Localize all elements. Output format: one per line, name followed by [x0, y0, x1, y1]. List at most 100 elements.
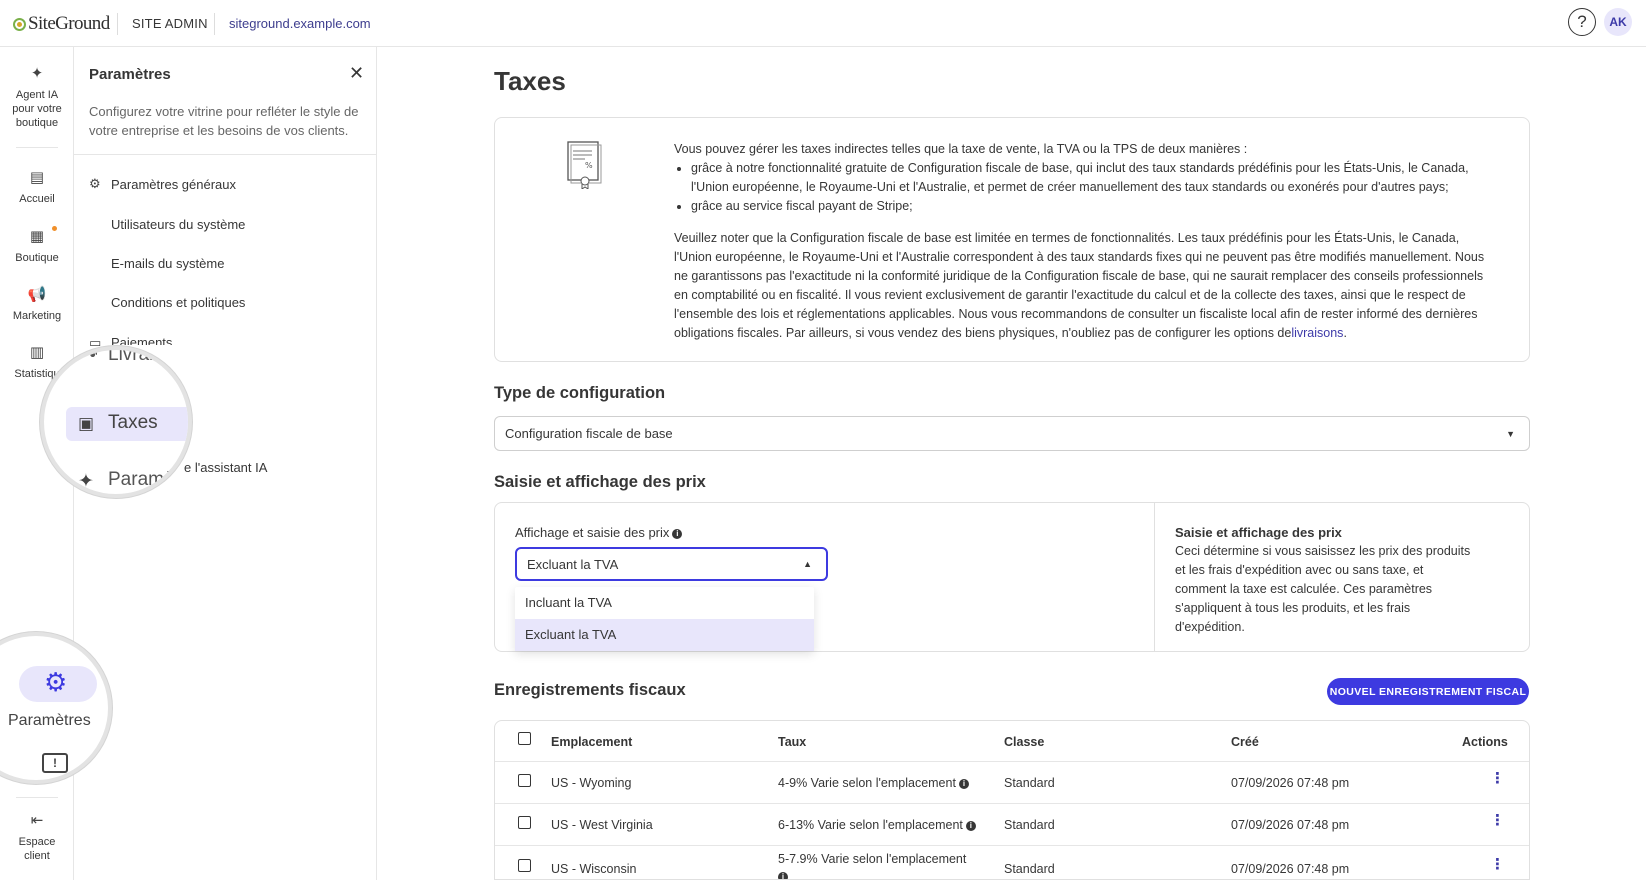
nav-item-payments[interactable]: Paiements [111, 335, 172, 345]
rail-item-ai-agent[interactable]: ✦ Agent IA pour votre boutique [0, 65, 74, 130]
col-class[interactable]: Classe [1004, 735, 1044, 749]
info-icon[interactable]: i [965, 821, 976, 831]
panel-description: Configurez votre vitrine pour refléter l… [89, 104, 359, 138]
intro-note-end: . [1343, 326, 1347, 340]
close-icon[interactable]: ✕ [349, 63, 364, 84]
rail-item-marketing[interactable]: 📢 Marketing [0, 286, 74, 323]
feedback-icon[interactable]: ! [42, 753, 68, 773]
kebab-menu-icon[interactable]: ⋮ [1490, 813, 1505, 828]
pricing-help-box: Saisie et affichage des prix Ceci déterm… [1154, 503, 1493, 651]
row-checkbox[interactable] [518, 774, 531, 787]
rail-item-label: Boutique [15, 252, 59, 264]
intro-bullet-stripe: grâce au service fiscal payant de Stripe… [691, 197, 1494, 216]
intro-lead: Vous pouvez gérer les taxes indirectes t… [674, 142, 1248, 156]
store-icon: ▦ [29, 228, 45, 245]
registrations-section-title: Enregistrements fiscaux [494, 681, 686, 699]
sparkle-icon: ✦ [78, 471, 94, 492]
intro-text: Vous pouvez gérer les taxes indirectes t… [674, 140, 1494, 343]
chart-icon: ▥ [29, 344, 45, 361]
svg-text:%: % [585, 161, 593, 170]
divider [16, 797, 58, 798]
tax-document-icon: % [567, 141, 602, 189]
table-row: US - Wisconsin 5-7.9% Varie selon l'empl… [495, 846, 1529, 879]
row-class: Standard [1004, 776, 1055, 790]
row-rate: 5-7.9% Varie selon l'emplacement i [778, 851, 978, 879]
tax-registrations-table: Emplacement Taux Classe Créé Actions US … [494, 720, 1530, 880]
magnifier-panel: ⛟ Livrais ▣ Taxes ✦ Paramè [40, 346, 192, 498]
rail-item-home[interactable]: ▤ Accueil [0, 169, 74, 206]
nav-item-system-users[interactable]: Utilisateurs du système [111, 217, 245, 232]
row-rate-text: 6-13% Varie selon l'emplacement [778, 818, 963, 832]
row-created: 07/09/2026 07:48 pm [1231, 776, 1350, 790]
price-display-label: Affichage et saisie des prix i [515, 525, 683, 540]
home-icon: ▤ [29, 169, 45, 186]
avatar[interactable]: AK [1604, 8, 1632, 36]
gear-icon[interactable]: ⚙ [44, 667, 67, 698]
top-bar: SiteGround SITE ADMIN siteground.example… [0, 0, 1646, 47]
row-checkbox[interactable] [518, 859, 531, 872]
col-rate[interactable]: Taux [778, 735, 806, 749]
logo-text: SiteGround [28, 13, 110, 34]
intro-card: % Vous pouvez gérer les taxes indirectes… [494, 117, 1530, 362]
megaphone-icon: 📢 [27, 286, 47, 303]
config-type-select[interactable]: Configuration fiscale de base ▼ [494, 416, 1530, 451]
row-class: Standard [1004, 818, 1055, 832]
page-title: Taxes [494, 66, 566, 96]
chevron-down-icon: ▼ [1506, 428, 1515, 439]
rail-item-client-space[interactable]: ⇤ Espace client [0, 812, 74, 863]
help-icon[interactable]: ? [1568, 8, 1596, 36]
option-including-vat[interactable]: Incluant la TVA [515, 587, 814, 619]
row-created: 07/09/2026 07:48 pm [1231, 818, 1350, 832]
divider [117, 13, 118, 35]
nav-item-ai-assistant[interactable]: e l'assistant IA [184, 460, 268, 475]
info-icon[interactable]: i [672, 529, 683, 539]
table-row: US - Wyoming 4-9% Varie selon l'emplacem… [495, 762, 1529, 804]
intro-note-text: Veuillez noter que la Configuration fisc… [674, 231, 1485, 340]
logout-icon: ⇤ [30, 812, 44, 829]
divider [74, 154, 377, 155]
config-section-title: Type de configuration [494, 384, 666, 402]
pricing-card: Affichage et saisie des prix i Excluant l… [494, 502, 1530, 652]
price-display-value: Excluant la TVA [527, 556, 619, 572]
magnified-nav-taxes[interactable]: Taxes [108, 412, 158, 434]
pricing-help-title: Saisie et affichage des prix [1175, 525, 1342, 540]
divider [214, 13, 215, 35]
notification-dot [52, 226, 57, 231]
new-tax-registration-button[interactable]: NOUVEL ENREGISTREMENT FISCAL [1327, 678, 1529, 705]
col-created[interactable]: Créé [1231, 735, 1259, 749]
shipping-link[interactable]: livraisons [1291, 326, 1343, 340]
divider [16, 147, 58, 148]
pricing-section-title: Saisie et affichage des prix [494, 473, 706, 491]
row-location: US - Wyoming [551, 776, 632, 790]
nav-item-general[interactable]: Paramètres généraux [111, 177, 236, 192]
price-display-select[interactable]: Excluant la TVA ▲ [515, 547, 828, 581]
col-actions: Actions [1462, 735, 1508, 749]
option-excluding-vat[interactable]: Excluant la TVA [515, 619, 814, 651]
site-url-link[interactable]: siteground.example.com [229, 16, 371, 31]
table-row: US - West Virginia 6-13% Varie selon l'e… [495, 804, 1529, 846]
price-display-label-text: Affichage et saisie des prix [515, 525, 670, 540]
nav-item-terms[interactable]: Conditions et politiques [111, 295, 245, 310]
rail-item-label: Accueil [19, 193, 55, 205]
sparkle-icon: ✦ [30, 65, 44, 82]
row-location: US - West Virginia [551, 818, 653, 832]
tax-doc-icon: ▣ [78, 414, 95, 433]
col-location[interactable]: Emplacement [551, 735, 632, 749]
intro-bullet-basic: grâce à notre fonctionnalité gratuite de… [691, 159, 1494, 197]
kebab-menu-icon[interactable]: ⋮ [1490, 771, 1505, 786]
rail-item-store[interactable]: ▦ Boutique [0, 228, 74, 265]
rail-item-label: Agent IA pour votre boutique [12, 89, 62, 129]
help-glyph: ? [1577, 12, 1587, 31]
row-checkbox[interactable] [518, 816, 531, 829]
magnified-nav-ai-settings[interactable]: Paramè [108, 469, 175, 491]
kebab-menu-icon[interactable]: ⋮ [1490, 857, 1505, 872]
siteground-logo[interactable]: SiteGround [13, 13, 110, 35]
row-location: US - Wisconsin [551, 862, 637, 876]
row-class: Standard [1004, 862, 1055, 876]
magnified-rail-settings-label[interactable]: Paramètres [8, 712, 91, 730]
intro-note: Veuillez noter que la Configuration fisc… [674, 229, 1494, 343]
info-icon[interactable]: i [958, 779, 969, 789]
select-all-checkbox[interactable] [518, 732, 531, 745]
nav-item-system-emails[interactable]: E-mails du système [111, 256, 224, 271]
info-icon[interactable]: i [778, 872, 788, 879]
